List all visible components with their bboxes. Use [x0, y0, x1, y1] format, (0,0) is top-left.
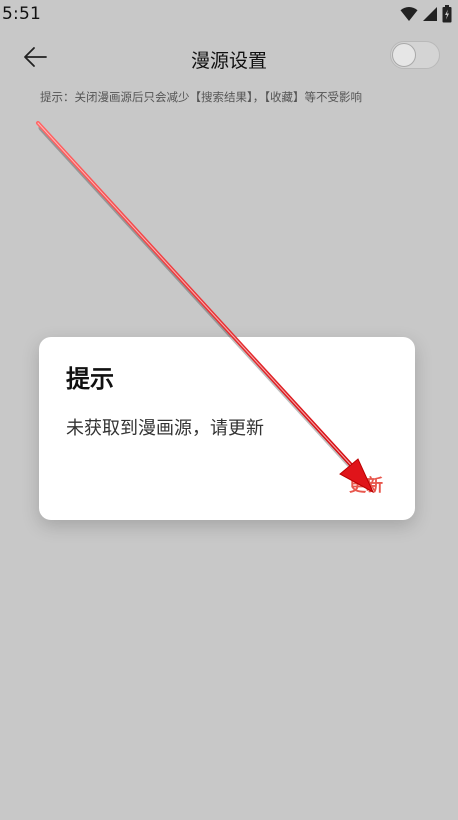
battery-icon: [442, 5, 452, 23]
page-title: 漫源设置: [190, 50, 267, 72]
app-header: 漫源设置: [0, 36, 458, 82]
status-bar: 5:51: [0, 0, 458, 30]
toggle-knob: [392, 43, 416, 67]
status-time: 5:51: [2, 4, 41, 24]
signal-icon: [422, 6, 438, 22]
wifi-icon: [400, 6, 418, 22]
source-toggle-switch[interactable]: [390, 41, 440, 69]
update-button[interactable]: 更新: [349, 471, 383, 496]
hint-text: 提示：关闭漫画源后只会减少【搜索结果】，【收藏】等不受影响: [40, 90, 362, 104]
dialog-title: 提示: [66, 365, 114, 393]
status-icons: [400, 5, 452, 23]
update-dialog: 提示 未获取到漫画源，请更新 更新: [39, 337, 415, 520]
dialog-message: 未获取到漫画源，请更新: [66, 418, 264, 439]
